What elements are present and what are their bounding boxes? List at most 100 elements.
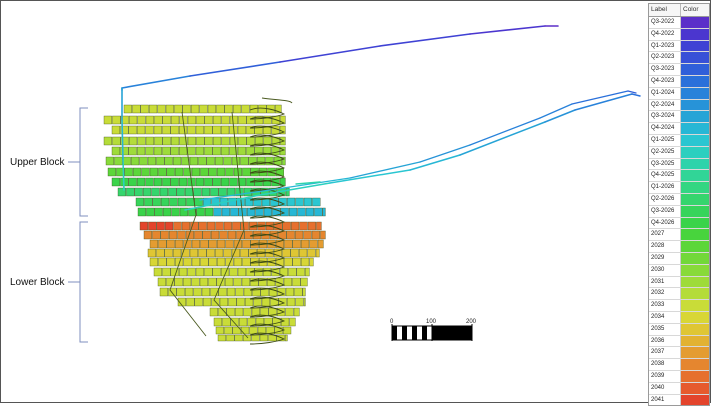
legend-color-swatch: [681, 217, 709, 229]
stope: [141, 167, 150, 177]
stope: [151, 187, 160, 197]
stope: [191, 257, 200, 267]
legend-row-label: 2030: [649, 264, 681, 276]
stope: [176, 287, 185, 297]
scale-segment: [432, 326, 472, 340]
stope: [233, 257, 242, 267]
stope: [299, 221, 308, 231]
stope: [165, 221, 174, 231]
stope: [221, 207, 230, 217]
legend-row: Q4-2023: [649, 75, 709, 88]
stope: [177, 230, 186, 240]
legend-row-label: Q1-2024: [649, 87, 681, 99]
stope: [233, 277, 242, 287]
stope: [165, 104, 174, 114]
stope: [189, 156, 198, 166]
stope: [309, 239, 318, 249]
stope: [284, 257, 293, 267]
stope: [149, 239, 158, 249]
stope: [242, 167, 251, 177]
stope: [243, 187, 252, 197]
stope: [312, 197, 321, 207]
stope: [145, 177, 154, 187]
stope: [217, 334, 226, 342]
stope: [215, 221, 224, 231]
legend-row-label: 2038: [649, 359, 681, 370]
stope: [231, 156, 240, 166]
legend-row: Q3-2023: [649, 64, 709, 76]
stope: [208, 239, 217, 249]
stope: [140, 104, 149, 114]
stope: [171, 207, 180, 217]
legend-row: Q3-2026: [649, 205, 709, 218]
legend-color-swatch: [681, 193, 709, 205]
stope: [135, 197, 144, 207]
stope: [301, 239, 310, 249]
stope: [218, 287, 227, 297]
stope: [137, 115, 146, 125]
stope: [209, 307, 218, 317]
stope: [229, 136, 238, 146]
legend-row: Q1-2026: [649, 182, 709, 194]
legend-row-label: 2028: [649, 241, 681, 252]
stope: [156, 221, 165, 231]
stope: [225, 167, 234, 177]
stope: [297, 207, 306, 217]
stope: [207, 221, 216, 231]
stope: [128, 125, 137, 135]
stope: [176, 187, 185, 197]
stope: [181, 221, 190, 231]
legend-row: 2029: [649, 252, 709, 265]
legend-color-swatch: [681, 17, 709, 28]
stope: [219, 230, 228, 240]
legend-color-swatch: [681, 264, 709, 276]
legend-row: 2031: [649, 276, 709, 289]
access-drift: [189, 61, 281, 77]
stope: [175, 167, 184, 177]
stope: [282, 221, 291, 231]
stope: [217, 239, 226, 249]
stope: [228, 197, 237, 207]
stope: [193, 187, 202, 197]
legend-color-swatch: [681, 87, 709, 99]
legend-row: Q1-2024: [649, 87, 709, 100]
stope: [204, 267, 213, 277]
stope: [284, 239, 293, 249]
stope: [230, 207, 239, 217]
legend-row-label: 2031: [649, 276, 681, 288]
stope: [156, 156, 165, 166]
stope: [149, 167, 158, 177]
stope: [294, 287, 303, 297]
stope: [282, 248, 291, 258]
stope: [137, 207, 146, 217]
stope: [251, 334, 260, 342]
stope: [296, 267, 305, 277]
stope: [232, 221, 241, 231]
stope: [191, 167, 200, 177]
stope: [213, 317, 222, 327]
stope: [111, 177, 120, 187]
stope: [186, 297, 195, 307]
stope: [149, 104, 158, 114]
stope: [236, 297, 245, 307]
stope: [212, 267, 221, 277]
stope: [177, 197, 186, 207]
stope: [198, 156, 207, 166]
stope: [241, 277, 250, 287]
stope: [291, 221, 300, 231]
stope: [187, 267, 196, 277]
stope: [241, 104, 250, 114]
stope: [122, 156, 131, 166]
stope: [152, 197, 161, 207]
lower-block-bracket: [79, 221, 88, 343]
legend-color-swatch: [681, 111, 709, 123]
stope: [120, 146, 129, 156]
stope: [200, 167, 209, 177]
stope: [162, 177, 171, 187]
legend-row: 2039: [649, 370, 709, 383]
stope: [240, 156, 249, 166]
stope: [208, 277, 217, 287]
stope: [107, 167, 116, 177]
legend-color-swatch: [681, 99, 709, 111]
stope: [307, 248, 316, 258]
